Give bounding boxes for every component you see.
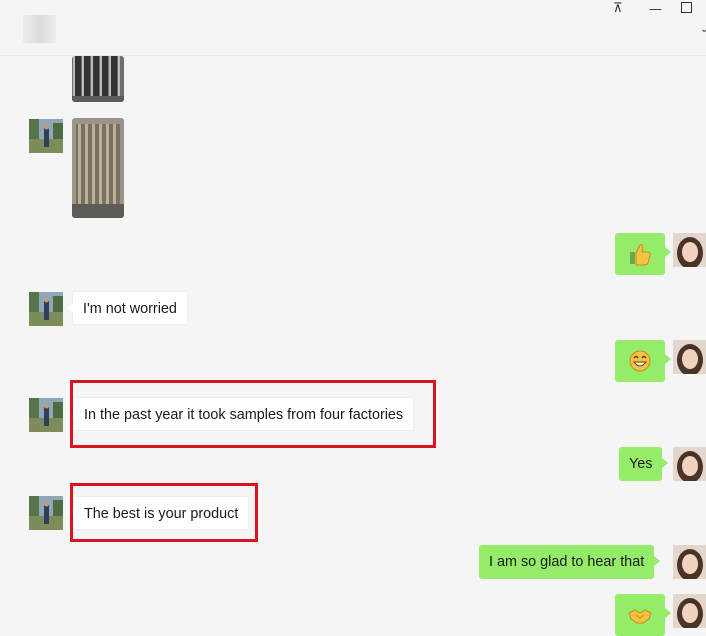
message-photo-pipe-bundle[interactable]: [72, 118, 124, 218]
more-icon[interactable]: ⌄: [700, 24, 706, 35]
chat-title-blurred: [23, 15, 56, 43]
message-text[interactable]: Yes: [619, 447, 670, 481]
message-photo-pipes[interactable]: [72, 56, 124, 102]
self-avatar-photo: [673, 233, 706, 267]
pipe-stack-photo: [72, 56, 124, 102]
thumbs-up-icon: [630, 244, 651, 266]
contact-avatar[interactable]: [29, 496, 63, 530]
self-avatar-photo: [673, 340, 706, 374]
contact-avatar[interactable]: [29, 119, 63, 153]
self-avatar[interactable]: [673, 340, 706, 374]
contact-avatar[interactable]: [29, 292, 63, 326]
self-avatar-photo: [673, 545, 706, 579]
self-avatar-photo: [673, 447, 706, 481]
chat-header: ⊼ — ⌄: [0, 0, 706, 56]
emoji-bubble-thumbs-up[interactable]: [615, 233, 671, 275]
contact-avatar-photo: [29, 292, 63, 326]
grin-icon: [629, 350, 651, 372]
contact-avatar[interactable]: [29, 398, 63, 432]
pipe-bundle-photo: [72, 118, 124, 218]
contact-avatar-photo: [29, 496, 63, 530]
emoji-bubble-grin[interactable]: [615, 340, 671, 382]
minimize-button[interactable]: —: [649, 2, 662, 17]
self-avatar[interactable]: [673, 594, 706, 628]
contact-avatar-photo: [29, 119, 63, 153]
self-avatar[interactable]: [673, 447, 706, 481]
emoji-bubble-handshake[interactable]: [615, 594, 671, 636]
handshake-icon: [628, 609, 652, 624]
pin-icon[interactable]: ⊼: [613, 1, 623, 16]
self-avatar-photo: [673, 594, 706, 628]
message-text[interactable]: I am so glad to hear that: [479, 545, 661, 579]
self-avatar[interactable]: [673, 545, 706, 579]
message-text[interactable]: I'm not worried: [67, 291, 188, 325]
maximize-button[interactable]: [681, 2, 692, 13]
highlight-box: [70, 380, 436, 448]
contact-avatar-photo: [29, 398, 63, 432]
highlight-box: [70, 483, 258, 542]
self-avatar[interactable]: [673, 233, 706, 267]
